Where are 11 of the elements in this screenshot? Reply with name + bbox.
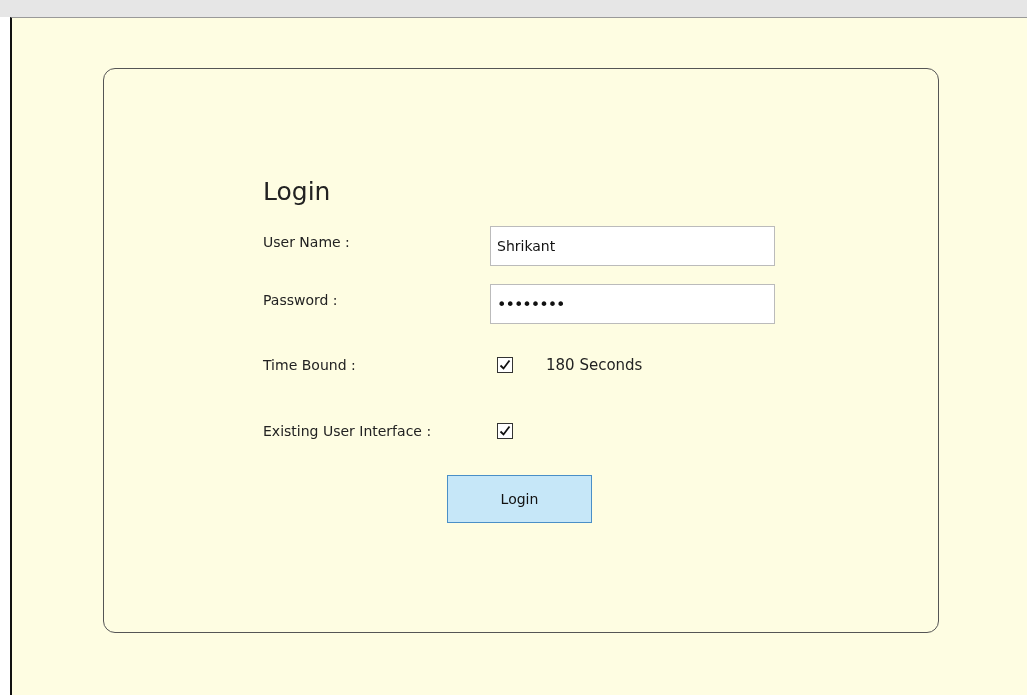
checkbox-label: 180 Seconds [546, 356, 643, 374]
login-button[interactable]: Login [447, 475, 592, 523]
checkbox[interactable] [497, 357, 513, 373]
field-label: Existing User Interface : [263, 423, 433, 439]
form-title: Login [263, 177, 332, 206]
field-label: Time Bound : [263, 357, 357, 373]
field-label: User Name : [263, 233, 351, 250]
checkbox[interactable] [497, 423, 513, 439]
username-field[interactable]: Shrikant [490, 226, 775, 266]
password-field[interactable]: •••••••• [490, 284, 775, 324]
field-label: Password : [263, 291, 339, 308]
